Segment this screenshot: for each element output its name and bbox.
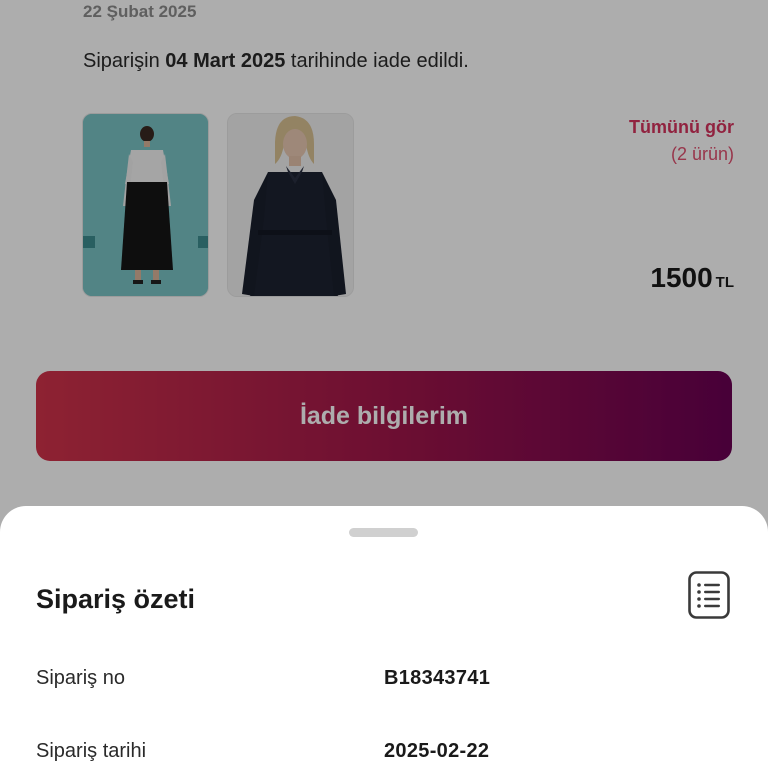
list-icon[interactable] [688, 571, 730, 619]
order-number-value: B18343741 [384, 667, 491, 689]
sheet-title: Sipariş özeti [36, 584, 196, 614]
list-icon-graphic [688, 571, 730, 619]
order-number-label: Sipariş no [36, 667, 125, 689]
order-summary-sheet: Sipariş özeti Sipariş no B18343741 Sipar… [0, 506, 768, 768]
drag-handle[interactable] [349, 528, 418, 537]
order-date-label: Sipariş tarihi [36, 740, 147, 762]
order-date-value: 2025-02-22 [384, 740, 490, 762]
